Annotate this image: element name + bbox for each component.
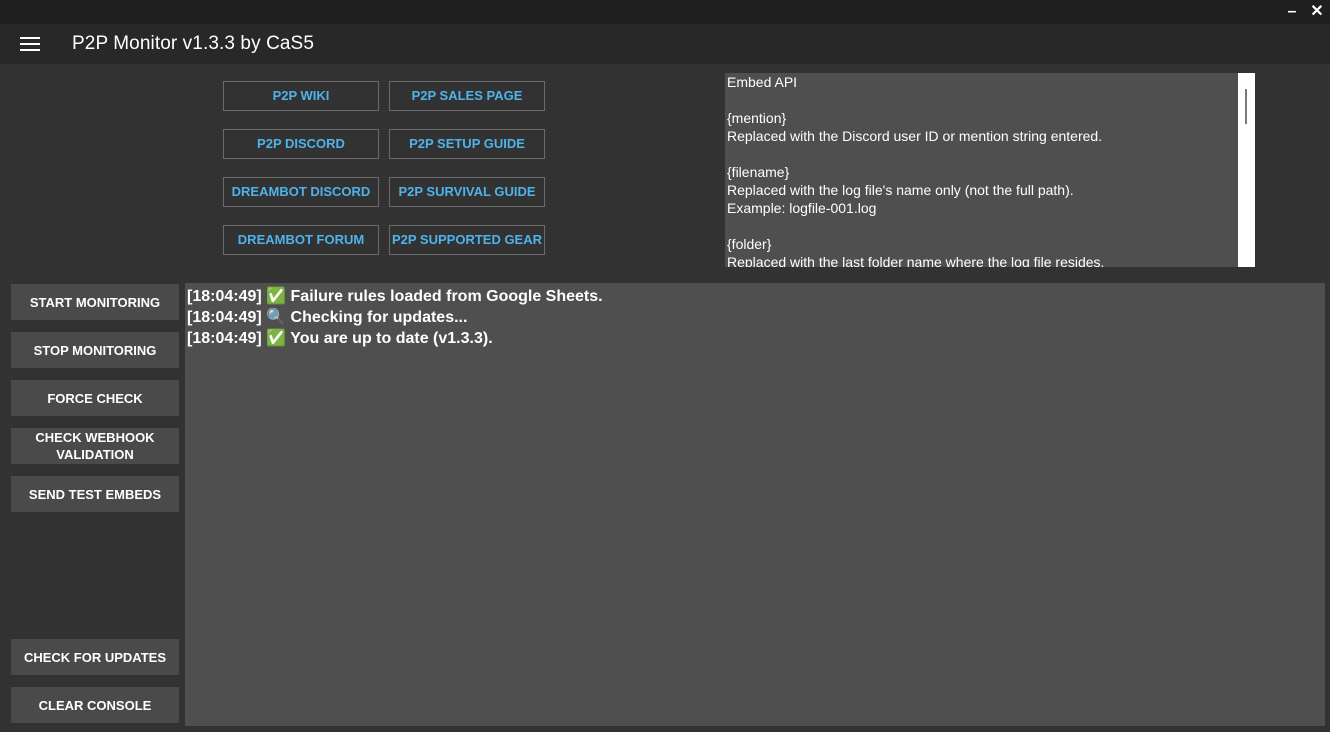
clear-console-button[interactable]: CLEAR CONSOLE: [11, 687, 179, 723]
p2p-survival-guide-button[interactable]: P2P SURVIVAL GUIDE: [389, 177, 545, 207]
p2p-discord-button[interactable]: P2P DISCORD: [223, 129, 379, 159]
console-line: [18:04:49] 🔍 Checking for updates...: [187, 309, 468, 326]
check-webhook-validation-button[interactable]: CHECK WEBHOOK VALIDATION: [11, 428, 179, 464]
stop-monitoring-button[interactable]: STOP MONITORING: [11, 332, 179, 368]
hamburger-menu-icon[interactable]: [20, 37, 40, 52]
scrollbar-thumb[interactable]: [1245, 89, 1247, 124]
embed-api-panel[interactable]: Embed API {mention} Replaced with the Di…: [725, 73, 1255, 267]
p2p-setup-guide-button[interactable]: P2P SETUP GUIDE: [389, 129, 545, 159]
app-title: P2P Monitor v1.3.3 by CaS5: [72, 33, 314, 54]
console-line: [18:04:49] ✅ You are up to date (v1.3.3)…: [187, 330, 493, 347]
p2p-sales-page-button[interactable]: P2P SALES PAGE: [389, 81, 545, 111]
start-monitoring-button[interactable]: START MONITORING: [11, 284, 179, 320]
app-header: P2P Monitor v1.3.3 by CaS5: [0, 24, 1330, 64]
embed-scrollbar[interactable]: [1238, 73, 1255, 267]
p2p-wiki-button[interactable]: P2P WIKI: [223, 81, 379, 111]
p2p-supported-gear-button[interactable]: P2P SUPPORTED GEAR: [389, 225, 545, 255]
close-icon[interactable]: ✕: [1306, 2, 1328, 22]
console-output[interactable]: [18:04:49] ✅ Failure rules loaded from G…: [185, 283, 1325, 726]
send-test-embeds-button[interactable]: SEND TEST EMBEDS: [11, 476, 179, 512]
embed-api-text: Embed API {mention} Replaced with the Di…: [727, 74, 1105, 267]
console-line: [18:04:49] ✅ Failure rules loaded from G…: [187, 288, 603, 305]
dreambot-forum-button[interactable]: DREAMBOT FORUM: [223, 225, 379, 255]
window-titlebar: – ✕: [0, 0, 1330, 24]
main-panel: P2P WIKI P2P SALES PAGE P2P DISCORD P2P …: [1, 64, 1329, 732]
minimize-icon[interactable]: –: [1281, 2, 1303, 22]
dreambot-discord-button[interactable]: DREAMBOT DISCORD: [223, 177, 379, 207]
check-for-updates-button[interactable]: CHECK FOR UPDATES: [11, 639, 179, 675]
force-check-button[interactable]: FORCE CHECK: [11, 380, 179, 416]
